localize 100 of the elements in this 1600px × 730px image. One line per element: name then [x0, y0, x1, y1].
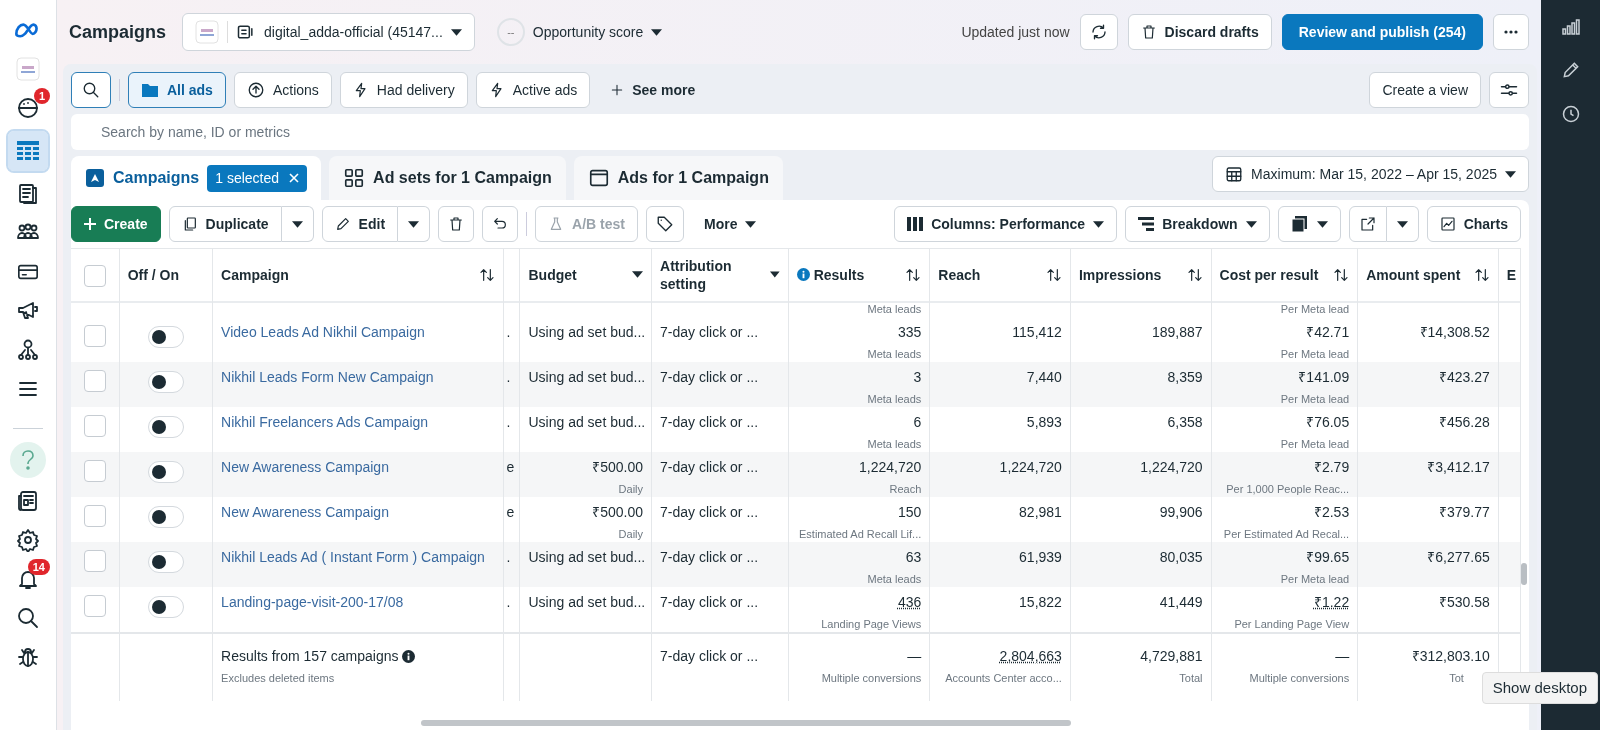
row-checkbox[interactable] — [83, 459, 106, 482]
campaign-link[interactable]: Landing-page-visit-200-17/08 — [221, 593, 404, 610]
discard-drafts-button[interactable]: Discard drafts — [1127, 14, 1272, 50]
dropdown-button[interactable] — [281, 206, 314, 242]
search-field[interactable]: Search by name, ID or metrics — [71, 114, 1529, 150]
emoji-icon — [16, 96, 40, 120]
rail-button[interactable] — [1561, 16, 1580, 37]
row-checkbox[interactable] — [83, 324, 106, 347]
column-header[interactable]: Cost per result — [1219, 265, 1319, 284]
toggle-switch[interactable] — [147, 595, 184, 618]
cell-value: ₹76.05 — [1306, 413, 1350, 430]
duplicate-button[interactable]: Duplicate — [168, 206, 282, 242]
column-header[interactable]: Amount spent — [1366, 265, 1461, 284]
pencil-icon — [1560, 60, 1581, 81]
reports-dropdown[interactable] — [1277, 206, 1341, 242]
account-selector[interactable]: digital_adda-official (45147... — [182, 13, 475, 51]
columns-dropdown[interactable]: Columns: Performance — [894, 206, 1118, 242]
row-checkbox[interactable] — [83, 549, 106, 572]
dropdown-button[interactable] — [1386, 206, 1419, 242]
more-icon — [1504, 30, 1518, 34]
refresh-button[interactable] — [1079, 14, 1118, 50]
caret-icon — [1245, 220, 1257, 228]
tab[interactable]: Campaigns 1 selected — [71, 156, 322, 200]
cell-value: 7-day click or ... — [660, 368, 759, 385]
column-header[interactable]: Attribution setting — [660, 256, 767, 293]
column-header[interactable]: E — [1506, 265, 1517, 284]
vertical-scrollbar[interactable] — [1521, 563, 1527, 585]
edit-button[interactable]: Edit — [321, 206, 399, 242]
tag-button[interactable] — [645, 206, 684, 242]
bug-icon — [16, 645, 40, 669]
cell-value: . — [506, 323, 511, 340]
toggle-switch[interactable] — [147, 505, 184, 528]
caret-icon — [408, 220, 420, 228]
toggle-switch[interactable] — [147, 415, 184, 438]
filter-chip[interactable]: Active ads — [475, 72, 591, 108]
column-header[interactable]: Results — [813, 265, 865, 284]
campaign-link[interactable]: Video Leads Ad Nikhil Campaign — [221, 323, 425, 340]
horizontal-scrollbar[interactable] — [421, 720, 1071, 726]
line-chart-icon — [1439, 216, 1456, 232]
results-summary: Results from 157 campaigns — [221, 647, 399, 664]
cell-value: — — [907, 647, 922, 664]
cell-subtext: Meta leads — [866, 571, 922, 587]
toggle-switch[interactable] — [147, 460, 184, 483]
help-icon — [19, 449, 37, 471]
breakdown-dropdown[interactable]: Breakdown — [1125, 206, 1270, 242]
cell-subtext: Meta leads — [866, 301, 922, 317]
cell-value: 82,981 — [1019, 503, 1062, 520]
tab[interactable]: Ads for 1 Campaign — [573, 156, 783, 200]
search-button[interactable] — [71, 72, 111, 108]
info-icon — [402, 650, 416, 664]
cell-subtext: Multiple conversions — [820, 670, 922, 686]
campaign-link[interactable]: Nikhil Freelancers Ads Campaign — [221, 413, 429, 430]
rail-button[interactable] — [1560, 59, 1581, 81]
toggle-switch[interactable] — [147, 370, 184, 393]
cell-value: ₹423.27 — [1439, 368, 1490, 385]
select-all-checkbox[interactable] — [83, 265, 106, 288]
toggle-switch[interactable] — [147, 325, 184, 348]
undo-button[interactable] — [482, 206, 519, 242]
window-icon — [587, 167, 610, 189]
filter-chip[interactable]: Had delivery — [339, 72, 468, 108]
create-view-button[interactable]: Create a view — [1369, 72, 1481, 108]
dropdown-button[interactable] — [398, 206, 431, 242]
create-button[interactable]: Create — [71, 206, 161, 242]
filter-chip[interactable]: All ads — [128, 72, 226, 108]
column-header[interactable]: Campaign — [221, 265, 289, 284]
tab[interactable]: Ad sets for 1 Campaign — [329, 156, 566, 200]
column-header[interactable]: Off / On — [127, 265, 180, 284]
toggle-switch[interactable] — [147, 550, 184, 573]
network-icon — [16, 338, 40, 362]
column-header[interactable]: Impressions — [1078, 265, 1162, 284]
row-checkbox[interactable] — [83, 369, 106, 392]
delete-button[interactable] — [438, 206, 475, 242]
row-checkbox[interactable] — [83, 414, 106, 437]
row-checkbox[interactable] — [83, 504, 106, 527]
cell-value: 150 — [897, 503, 922, 520]
cell-value: Using ad set bud... — [528, 413, 646, 430]
filter-chip[interactable]: Actions — [233, 72, 332, 108]
column-header[interactable]: Budget — [528, 265, 577, 284]
caret-icon — [632, 271, 644, 279]
publish-button[interactable]: Review and publish (254) — [1281, 14, 1483, 50]
sort-icon — [1333, 266, 1350, 283]
opportunity-score-dropdown[interactable]: -- Opportunity score — [484, 14, 675, 50]
export-icon — [1359, 216, 1376, 232]
cell-value: 436 — [897, 593, 922, 610]
charts-button[interactable]: Charts — [1426, 206, 1521, 242]
campaign-link[interactable]: New Awareness Campaign — [221, 503, 389, 520]
cell-value: 7-day click or ... — [660, 323, 759, 340]
cell-subtext: Per Meta lead — [1279, 571, 1350, 587]
export-button[interactable] — [1348, 206, 1387, 242]
cell-subtext: Daily — [617, 526, 644, 542]
see-more-button[interactable]: See more — [598, 72, 708, 108]
settings-button[interactable] — [1489, 72, 1529, 108]
row-checkbox[interactable] — [83, 594, 106, 617]
column-header[interactable]: Reach — [938, 265, 981, 284]
cell-value: . — [506, 413, 511, 430]
cell-value: ₹2.53 — [1313, 503, 1350, 520]
cell-value: 5,893 — [1026, 413, 1062, 430]
date-range-button[interactable]: Maximum: Mar 15, 2022 – Apr 15, 2025 — [1212, 156, 1529, 192]
cell-value: 4,729,881 — [1140, 647, 1203, 664]
cell-value: 189,887 — [1151, 323, 1203, 340]
